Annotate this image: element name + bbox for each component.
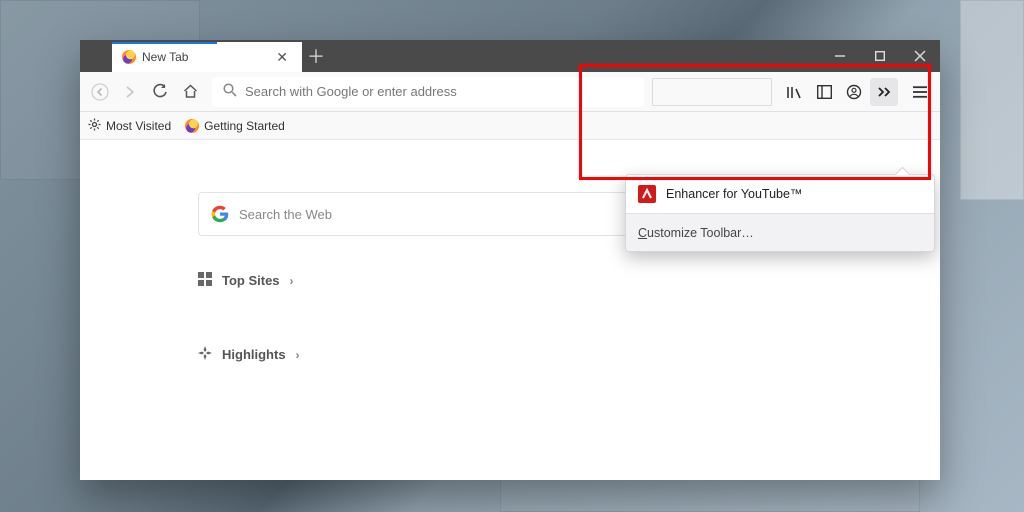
firefox-favicon-icon [122, 50, 136, 64]
top-sites-icon [198, 272, 212, 289]
new-tab-button[interactable]: ＋ [302, 40, 330, 72]
bookmark-most-visited[interactable]: Most Visited [88, 118, 171, 134]
newtab-search-placeholder: Search the Web [239, 207, 332, 222]
customize-toolbar-item[interactable]: Customize Toolbar… [626, 213, 934, 251]
chevron-right-icon: › [296, 348, 300, 362]
enhancer-extension-icon [638, 185, 656, 203]
section-title: Top Sites [222, 273, 280, 288]
navigation-toolbar: Search with Google or enter address [80, 72, 940, 112]
home-button[interactable] [176, 78, 204, 106]
section-title: Highlights [222, 347, 286, 362]
firefox-icon [185, 119, 199, 133]
highlights-section-header[interactable]: Highlights › [198, 346, 300, 363]
tab-title: New Tab [142, 50, 266, 64]
app-menu-button[interactable] [906, 78, 934, 106]
top-sites-section-header[interactable]: Top Sites › [198, 272, 294, 289]
bookmark-label: Getting Started [204, 119, 285, 133]
library-button[interactable] [780, 78, 808, 106]
reload-button[interactable] [146, 78, 174, 106]
titlebar: New Tab ✕ ＋ [80, 40, 940, 72]
bookmark-label: Most Visited [106, 119, 171, 133]
search-icon [223, 83, 237, 100]
drag-region [330, 40, 820, 72]
gear-outline-icon [88, 118, 101, 134]
browser-tab[interactable]: New Tab ✕ [112, 42, 302, 72]
chevron-right-icon: › [290, 274, 294, 288]
highlights-icon [198, 346, 212, 363]
google-logo-icon [211, 205, 229, 223]
sidebar-button[interactable] [810, 78, 838, 106]
account-button[interactable] [840, 78, 868, 106]
window-maximize-button[interactable] [860, 40, 900, 72]
close-tab-icon[interactable]: ✕ [272, 48, 292, 66]
tab-spacer [80, 40, 112, 72]
bookmark-getting-started[interactable]: Getting Started [185, 119, 285, 133]
content-area: Search the Web ➔ Top Sites › Highlights … [80, 140, 940, 480]
back-button[interactable] [86, 78, 114, 106]
bookmarks-bar: Most Visited Getting Started [80, 112, 940, 140]
overflow-extension-label: Enhancer for YouTube™ [666, 187, 802, 201]
window-minimize-button[interactable] [820, 40, 860, 72]
url-bar[interactable]: Search with Google or enter address [212, 77, 644, 107]
customize-toolbar-label: Customize Toolbar… [638, 226, 754, 240]
overflow-menu-panel: Enhancer for YouTube™ Customize Toolbar… [625, 174, 935, 252]
forward-button[interactable] [116, 78, 144, 106]
url-placeholder-text: Search with Google or enter address [245, 84, 457, 99]
firefox-window: New Tab ✕ ＋ Search [80, 40, 940, 480]
window-close-button[interactable] [900, 40, 940, 72]
search-field-secondary[interactable] [652, 78, 772, 106]
overflow-extension-item[interactable]: Enhancer for YouTube™ [626, 175, 934, 213]
overflow-menu-button[interactable] [870, 78, 898, 106]
